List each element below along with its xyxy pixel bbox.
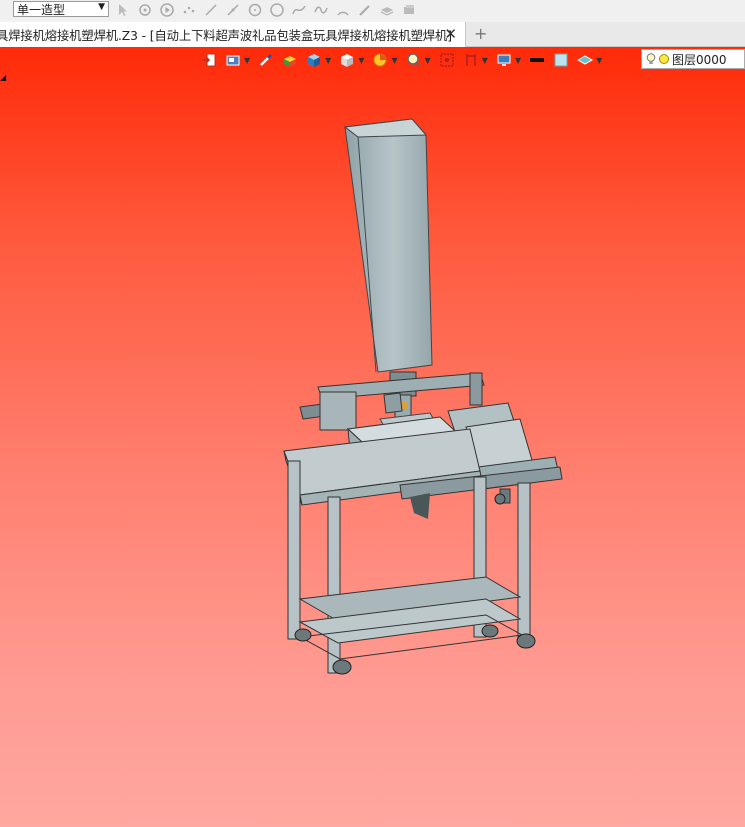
mode-select[interactable]: 单一造型 ▼ <box>13 1 109 17</box>
stack-icon[interactable] <box>400 1 418 19</box>
close-icon[interactable]: ✕ <box>444 25 457 43</box>
document-tab-bar: 具焊接机熔接机塑焊机.Z3 - [自动上下料超声波礼品包装盒玩具焊接机熔接机塑焊… <box>0 22 745 47</box>
ultrasonic-welder-model[interactable] <box>0 47 745 827</box>
welder-housing <box>343 118 433 373</box>
tab-document-title: 具焊接机熔接机塑焊机.Z3 - [自动上下料超声波礼品包装盒玩具焊接机熔接机塑焊… <box>0 28 452 43</box>
line-icon[interactable] <box>202 1 220 19</box>
3d-viewport[interactable]: ▼ ▼ ▼ ▼ ▼ ▼ ▼ ▼ 图层0000 ◢ <box>0 47 745 827</box>
new-tab-button[interactable]: + <box>474 24 487 43</box>
mode-select-value: 单一造型 <box>17 2 66 17</box>
spline-icon[interactable] <box>290 1 308 19</box>
snap-icon[interactable] <box>136 1 154 19</box>
circle-icon[interactable] <box>246 1 264 19</box>
chevron-down-icon: ▼ <box>98 2 105 12</box>
play-icon[interactable] <box>158 1 176 19</box>
select-arrow-icon[interactable] <box>114 1 132 19</box>
layers-icon[interactable] <box>378 1 396 19</box>
line-tool-icon[interactable] <box>224 1 242 19</box>
circle-tool-icon[interactable] <box>268 1 286 19</box>
tab-document[interactable]: 具焊接机熔接机塑焊机.Z3 - [自动上下料超声波礼品包装盒玩具焊接机熔接机塑焊… <box>0 22 466 47</box>
main-toolbar: 单一造型 ▼ <box>0 0 745 20</box>
curve-icon[interactable] <box>312 1 330 19</box>
pen-icon[interactable] <box>356 1 374 19</box>
arc-icon[interactable] <box>334 1 352 19</box>
points-icon[interactable] <box>180 1 198 19</box>
